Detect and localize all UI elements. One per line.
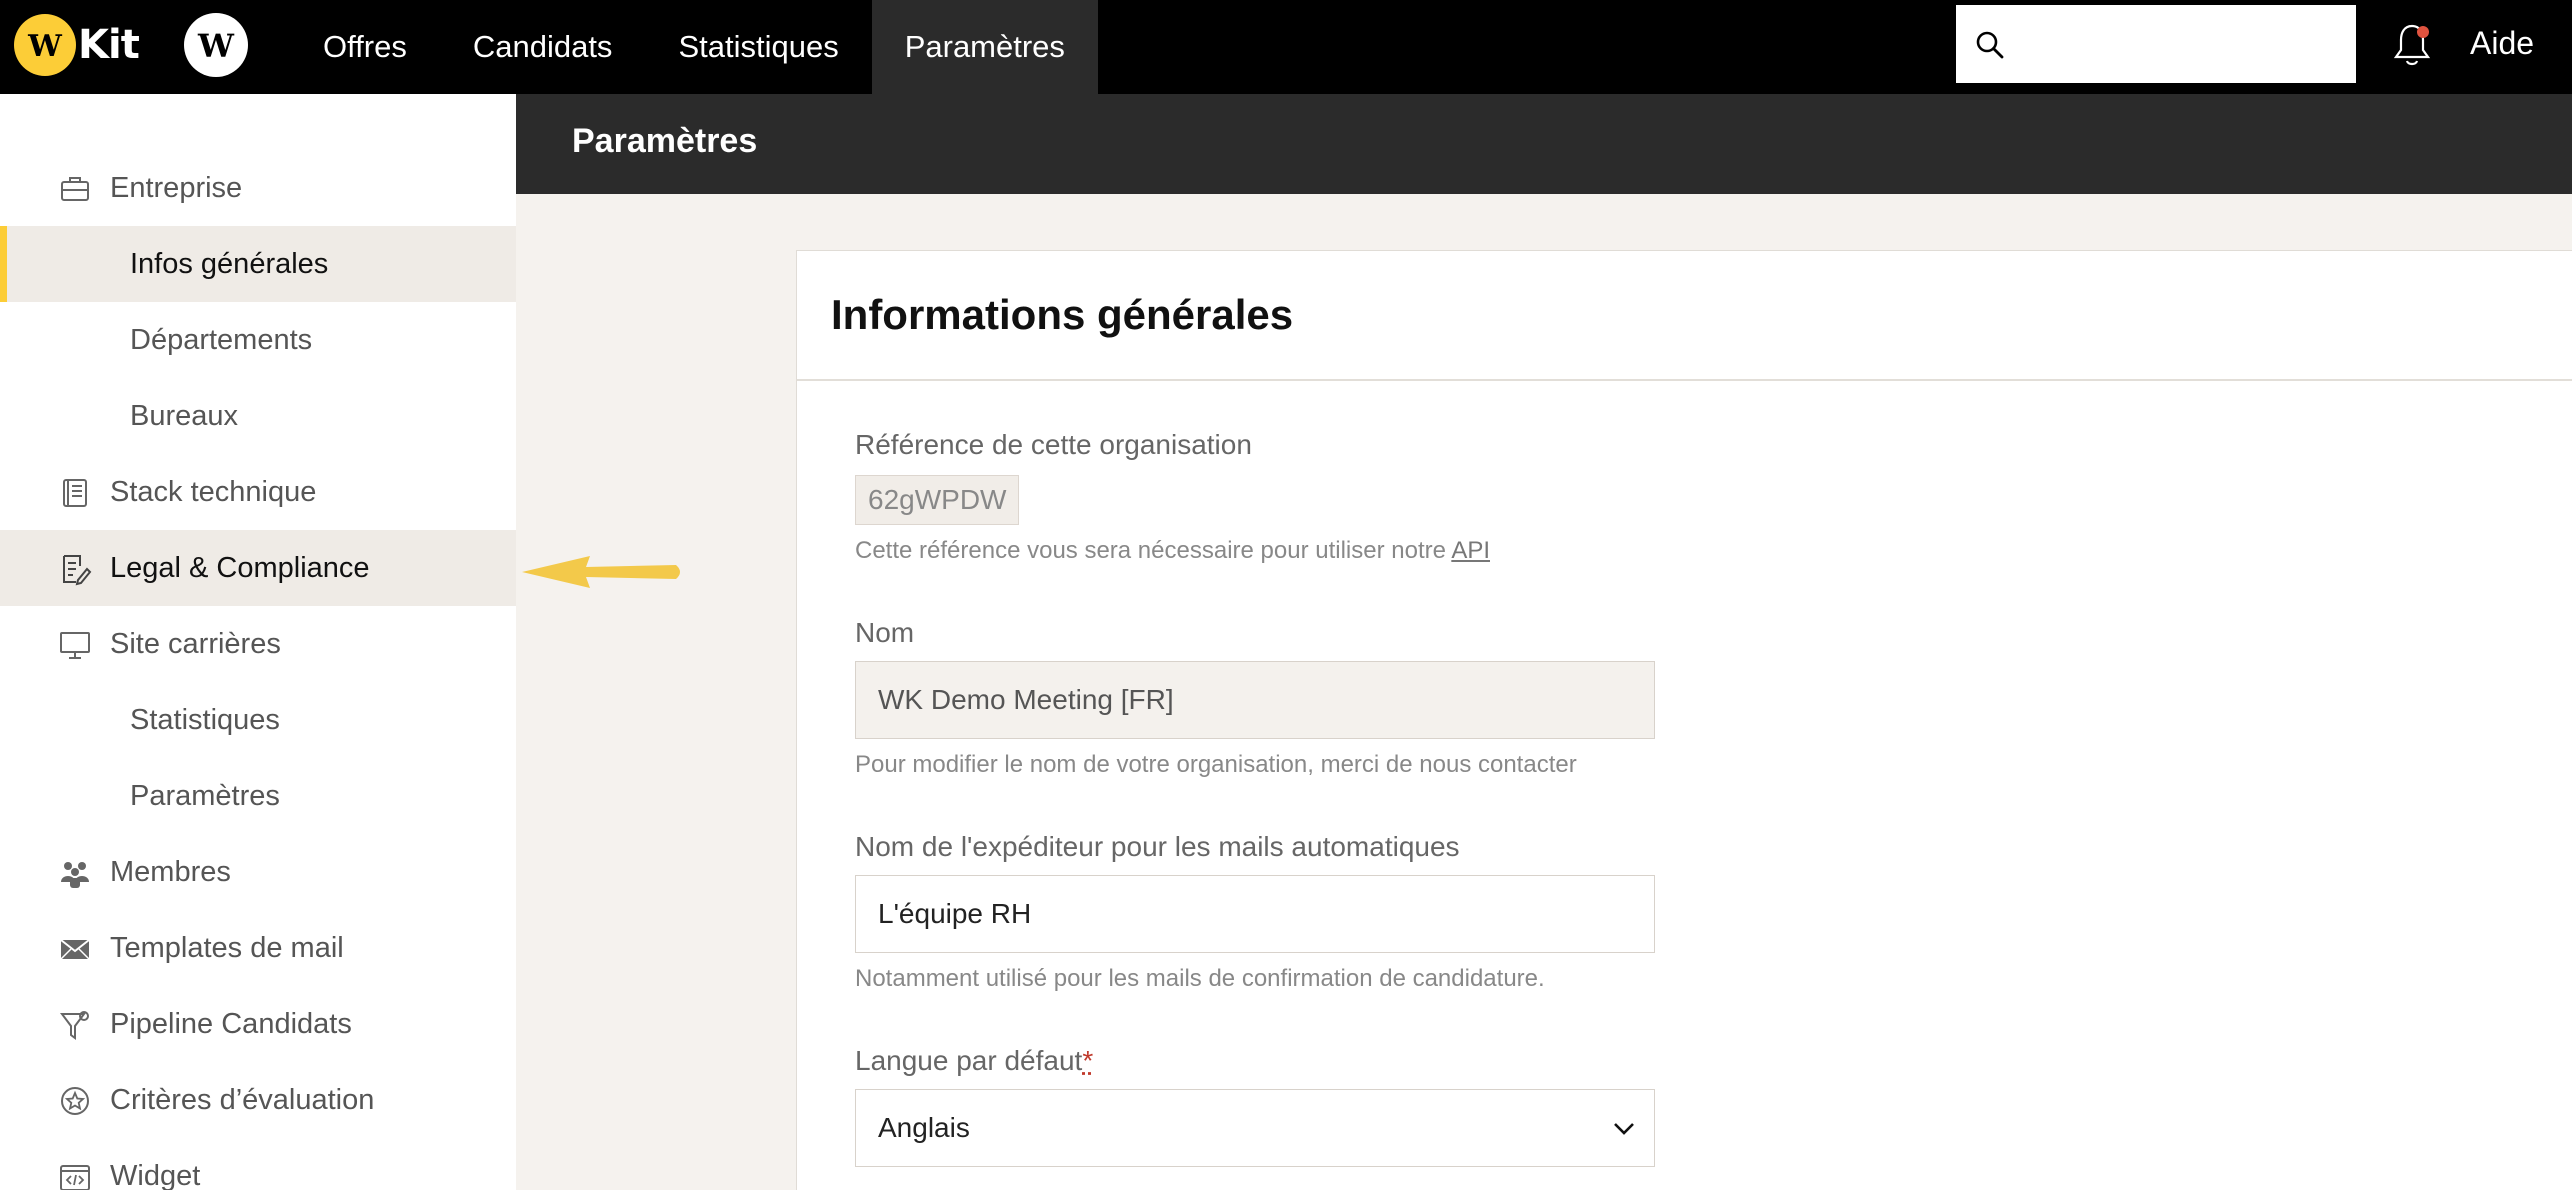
star-badge-icon	[61, 1087, 89, 1115]
reference-value: 62gWPDW	[855, 475, 1020, 525]
sidebar-item-label: Membres	[110, 855, 231, 888]
reference-help: Cette référence vous sera nécessaire pou…	[855, 537, 1490, 565]
sidebar-item-label: Entreprise	[110, 171, 243, 204]
language-select-value: Anglais	[878, 1112, 970, 1143]
sidebar-item-label: Critères d’évaluation	[110, 1083, 375, 1116]
code-window-icon	[60, 1165, 90, 1190]
sidebar-item-templates-mail[interactable]: Templates de mail	[0, 910, 516, 986]
welcome-logo-icon[interactable]: W	[184, 13, 248, 77]
sidebar-item-site-statistiques[interactable]: Statistiques	[0, 682, 516, 758]
briefcase-icon	[61, 177, 89, 201]
sender-help: Notamment utilisé pour les mails de conf…	[855, 965, 1545, 992]
api-link[interactable]: API	[1451, 537, 1490, 564]
sidebar-item-label: Stack technique	[110, 475, 317, 508]
wk-logo-badge-icon: W	[14, 14, 76, 76]
sidebar-item-membres[interactable]: Membres	[0, 834, 516, 910]
required-mark: *	[1082, 1045, 1094, 1076]
page-title: Paramètres	[572, 122, 758, 160]
general-info-card: Informations générales Référence de cett…	[796, 250, 2572, 1190]
envelope-icon	[60, 939, 90, 960]
sidebar-item-departements[interactable]: Départements	[0, 302, 516, 378]
page-header: Paramètres	[516, 94, 2572, 194]
logo-kit-text: Kit	[78, 22, 140, 68]
language-label-text: Langue par défaut	[855, 1045, 1083, 1076]
funnel-icon	[60, 1011, 89, 1040]
notification-bell-icon[interactable]	[2392, 20, 2432, 70]
nav-candidats[interactable]: Candidats	[440, 0, 646, 94]
annotation-arrow-icon	[522, 556, 680, 588]
help-link[interactable]: Aide	[2470, 25, 2534, 62]
settings-sidebar: Entreprise Infos générales Départements …	[0, 94, 516, 1190]
sidebar-item-widget[interactable]: Widget	[0, 1138, 516, 1190]
reference-label: Référence de cette organisation	[855, 429, 1252, 460]
svg-text:W: W	[197, 27, 235, 65]
sidebar-item-criteres-evaluation[interactable]: Critères d’évaluation	[0, 1062, 516, 1138]
people-icon	[61, 862, 89, 888]
sidebar-item-label: Infos générales	[130, 247, 329, 280]
language-label: Langue par défaut*	[855, 1045, 1093, 1077]
sidebar-item-legal-compliance[interactable]: Legal & Compliance	[0, 530, 516, 606]
nav-offres[interactable]: Offres	[290, 0, 440, 94]
sender-name-field[interactable]: L'équipe RH	[855, 875, 1655, 953]
sidebar-item-entreprise[interactable]: Entreprise	[0, 150, 516, 226]
sidebar-item-bureaux[interactable]: Bureaux	[0, 378, 516, 454]
nav-parametres[interactable]: Paramètres	[871, 0, 1098, 94]
main-nav: Offres Candidats Statistiques Paramètres	[290, 0, 1098, 94]
search-box[interactable]	[1956, 5, 2356, 83]
search-input[interactable]	[2016, 5, 2346, 83]
sidebar-item-label: Bureaux	[130, 399, 239, 432]
sidebar-item-label: Départements	[130, 323, 313, 356]
card-title: Informations générales	[831, 291, 1294, 338]
sidebar-item-infos-generales[interactable]: Infos générales	[0, 226, 516, 302]
top-navigation-bar: W Kit W Offres Candidats Statistiques Pa…	[0, 0, 2572, 94]
sidebar-item-site-carrieres[interactable]: Site carrières	[0, 606, 516, 682]
sidebar-item-pipeline-candidats[interactable]: Pipeline Candidats	[0, 986, 516, 1062]
sidebar-item-label: Templates de mail	[110, 931, 344, 964]
card-divider	[797, 379, 2572, 381]
sidebar-item-label: Pipeline Candidats	[110, 1007, 352, 1040]
sender-label: Nom de l'expéditeur pour les mails autom…	[855, 831, 1460, 862]
nav-statistiques[interactable]: Statistiques	[645, 0, 871, 94]
name-label: Nom	[855, 617, 915, 648]
name-field: WK Demo Meeting [FR]	[855, 661, 1655, 739]
name-field-value: WK Demo Meeting [FR]	[878, 684, 1174, 715]
sender-name-value: L'équipe RH	[878, 898, 1032, 929]
svg-text:W: W	[27, 29, 63, 64]
monitor-icon	[60, 632, 90, 659]
welcome-kit-logo[interactable]: W Kit	[14, 13, 140, 77]
chevron-down-icon	[1614, 1123, 1634, 1135]
document-pen-icon	[63, 555, 92, 586]
sidebar-item-label: Legal & Compliance	[110, 551, 370, 584]
sidebar-item-label: Site carrières	[110, 627, 281, 660]
reference-help-text: Cette référence vous sera nécessaire pou…	[855, 537, 1452, 564]
sidebar-item-stack-technique[interactable]: Stack technique	[0, 454, 516, 530]
sidebar-item-label: Statistiques	[130, 703, 280, 736]
name-help: Pour modifier le nom de votre organisati…	[855, 751, 1577, 778]
book-icon	[63, 479, 87, 507]
language-select[interactable]: Anglais	[855, 1089, 1655, 1167]
search-icon	[1976, 31, 2004, 59]
sidebar-item-label: Widget	[110, 1159, 201, 1190]
sidebar-item-site-parametres[interactable]: Paramètres	[0, 758, 516, 834]
sidebar-item-label: Paramètres	[130, 779, 280, 812]
